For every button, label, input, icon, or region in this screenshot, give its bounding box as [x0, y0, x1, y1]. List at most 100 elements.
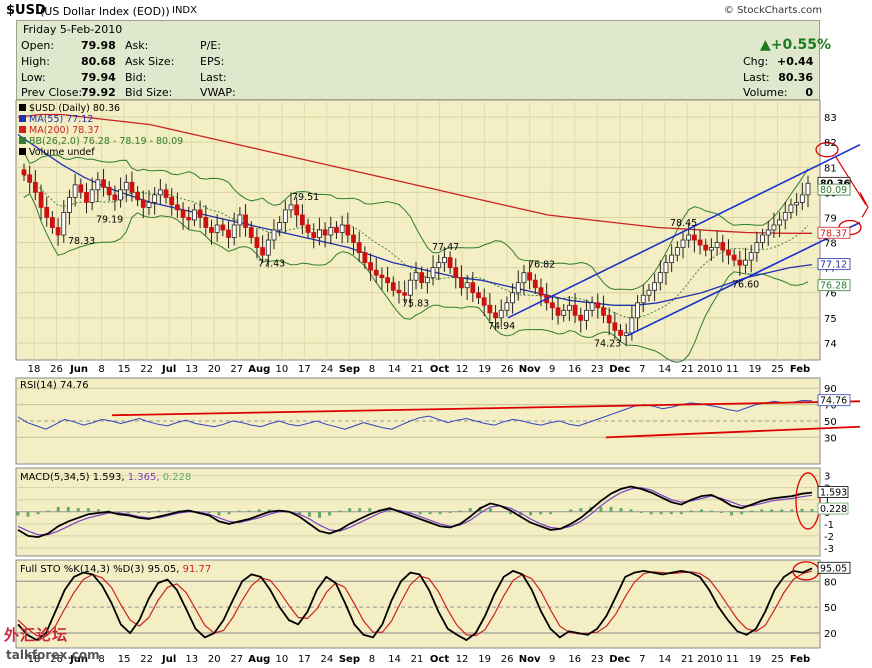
candle-body — [123, 181, 129, 191]
candle-body — [618, 329, 623, 336]
legend-entry: $USD (Daily) 80.36 — [29, 103, 120, 114]
candle-body — [95, 179, 101, 191]
legend-swatch — [19, 137, 26, 144]
volume-label: Volume: — [743, 86, 788, 99]
candle-body — [226, 229, 231, 238]
candle-body — [379, 274, 385, 279]
macd-chart: 3210-1-2-3MACD(5,34,5) 1.593, 1.365, 0.2… — [15, 467, 849, 557]
candle-body — [726, 249, 731, 256]
candle-body — [686, 234, 692, 241]
bid-size-label: Bid Size: — [125, 86, 173, 99]
bottom-x-tick-label: 12 — [456, 654, 469, 665]
legend-swatch — [19, 104, 26, 111]
x-tick-label: 13 — [185, 364, 198, 375]
candle-body — [578, 314, 584, 321]
bottom-x-tick-label: 2010 — [697, 654, 722, 665]
candle-body — [566, 304, 572, 311]
candle-body — [447, 257, 453, 269]
candle-body — [351, 234, 356, 243]
bottom-x-tick-label: 16 — [568, 654, 581, 665]
right-tag: 76.28 — [820, 281, 847, 292]
sto-tick-label: 20 — [824, 629, 837, 640]
price-annotation: 76.82 — [528, 260, 555, 271]
candle-body — [538, 287, 544, 296]
candle-body — [135, 191, 141, 201]
candle-body — [55, 227, 61, 236]
x-tick-label: 17 — [298, 364, 311, 375]
exchange-label: INDX — [172, 5, 197, 16]
candle-body — [453, 267, 459, 279]
candle-body — [89, 189, 95, 203]
x-tick-label: 26 — [501, 364, 514, 375]
candle-body — [44, 207, 50, 218]
x-tick-label: 9 — [549, 364, 555, 375]
x-tick-label: 24 — [321, 364, 334, 375]
x-tick-label: 8 — [369, 364, 375, 375]
legend-entry: Volume undef — [29, 147, 95, 158]
bottom-x-tick-label: Jul — [161, 654, 176, 665]
candle-body — [311, 232, 317, 238]
candle-body — [532, 279, 538, 289]
candle-body — [21, 169, 27, 176]
bottom-x-tick-label: 8 — [369, 654, 375, 665]
x-tick-label: 19 — [478, 364, 491, 375]
price-annotation: 78.45 — [670, 218, 697, 229]
candle-body — [606, 314, 612, 324]
last-label-mid: Last: — [200, 71, 227, 84]
candle-body — [709, 247, 714, 251]
candle-body — [356, 242, 362, 253]
candle-body — [38, 191, 44, 208]
rsi-title: RSI(14) 74.76 — [20, 380, 89, 391]
macd-right-tag: 0.228 — [820, 504, 847, 515]
right-tag: 78.37 — [820, 228, 847, 239]
bottom-x-tick-label: 7 — [639, 654, 645, 665]
candle-body — [373, 269, 379, 276]
candle-body — [481, 297, 487, 306]
candle-body — [493, 312, 498, 319]
macd-tick-label: -3 — [824, 544, 834, 555]
right-tag: 80.09 — [820, 185, 847, 196]
last-value: 80.36 — [778, 71, 813, 84]
candle-body — [805, 182, 811, 196]
x-tick-label: 12 — [456, 364, 469, 375]
bottom-x-tick-label: 27 — [230, 654, 243, 665]
candle-body — [254, 237, 260, 248]
legend-swatch — [19, 148, 26, 155]
price-x-axis: 18 26 Jun 8 15 22 Jul 13 20 27 Aug 10 17 24 Sep 8 14 21 Oc… — [28, 364, 811, 375]
legend-entry: BB(26,2.0) 76.28 - 78.19 - 80.09 — [29, 136, 183, 147]
x-tick-label: 25 — [771, 364, 784, 375]
candle-body — [322, 229, 328, 236]
price-annotation: 79.51 — [292, 192, 319, 203]
quote-box: Friday 5-Feb-2010 Open: 79.98 High: 80.6… — [16, 20, 831, 100]
candle-body — [407, 279, 413, 296]
price-annotation: 76.60 — [732, 280, 759, 291]
candle-body — [430, 267, 436, 279]
x-tick-label: Aug — [248, 364, 270, 375]
candle-body — [504, 302, 510, 311]
bottom-x-tick-label: 11 — [726, 654, 739, 665]
candle-body — [203, 217, 209, 228]
candle-body — [334, 227, 339, 233]
macd-tick-label: 3 — [824, 472, 830, 483]
x-tick-label: Nov — [519, 364, 541, 375]
price-annotation: 78.33 — [68, 236, 95, 247]
bottom-x-tick-label: 10 — [275, 654, 288, 665]
candle-body — [260, 247, 266, 256]
candle-body — [470, 282, 476, 294]
candle-body — [243, 214, 248, 228]
open-value: 79.98 — [81, 39, 116, 52]
price-annotation: 79.19 — [96, 214, 123, 225]
candle-body — [146, 201, 152, 208]
candle-body — [743, 259, 748, 266]
y-tick-label: 83 — [824, 113, 837, 124]
copyright-link[interactable]: © StockCharts.com — [724, 5, 822, 16]
candle-body — [703, 244, 709, 251]
bottom-x-tick-label: 17 — [298, 654, 311, 665]
candle-body — [180, 209, 186, 218]
candle-body — [549, 302, 555, 309]
watermark-cn: 外汇论坛 — [4, 626, 69, 644]
candle-body — [646, 289, 652, 296]
bottom-x-tick-label: 20 — [208, 654, 221, 665]
candle-body — [799, 194, 805, 203]
sto-tick-label: 50 — [824, 603, 837, 614]
